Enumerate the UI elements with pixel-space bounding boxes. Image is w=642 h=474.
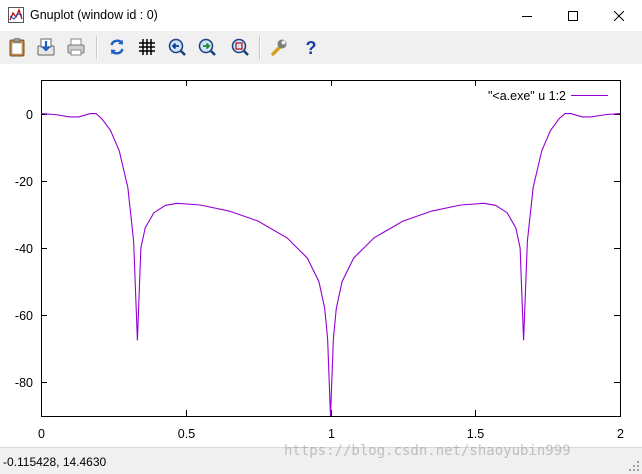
wrench-icon [271, 39, 287, 56]
printer-icon [67, 38, 85, 56]
resize-grip-icon[interactable] [628, 460, 640, 472]
svg-text:?: ? [306, 38, 317, 57]
legend: "<a.exe" u 1:2 [488, 89, 608, 103]
x-tick-label: 2 [617, 427, 624, 441]
y-tick-label: -40 [15, 242, 33, 256]
minimize-button[interactable] [504, 0, 550, 31]
maximize-button[interactable] [550, 0, 596, 31]
toggle-grid-button[interactable] [135, 35, 159, 59]
plot-canvas[interactable]: 0 0.5 1 1.5 2 0 -20 -40 -60 -80 "<a.exe" u 1:2 [0, 64, 642, 447]
y-tick-label: -80 [15, 376, 33, 390]
x-tick-label: 0.5 [178, 427, 195, 441]
maximize-icon [568, 10, 578, 21]
save-image-button[interactable] [34, 35, 58, 59]
legend-label: "<a.exe" u 1:2 [488, 89, 566, 103]
options-button[interactable] [267, 35, 291, 59]
print-button[interactable] [64, 35, 88, 59]
zoom-back-icon [168, 38, 186, 56]
title-bar: Gnuplot (window id : 0) [0, 0, 642, 31]
window-title: Gnuplot (window id : 0) [30, 8, 158, 22]
save-icon [37, 38, 55, 56]
refresh-icon [110, 39, 124, 55]
series-line [40, 113, 621, 417]
replot-button[interactable] [105, 35, 129, 59]
toolbar-separator [96, 36, 98, 59]
y-tick-label: 0 [26, 108, 33, 122]
copy-clipboard-button[interactable] [5, 35, 29, 59]
help-icon: ? [306, 38, 317, 57]
zoom-forward-icon [198, 38, 216, 56]
help-button[interactable]: ? [299, 35, 323, 59]
zoom-fit-icon [231, 38, 249, 56]
minimize-icon [522, 15, 532, 17]
clipboard-icon [9, 38, 25, 57]
y-tick-label: -20 [15, 175, 33, 189]
toolbar: ? [0, 31, 642, 64]
x-tick-label: 0 [38, 427, 45, 441]
x-tick-label: 1.5 [467, 427, 484, 441]
grid-icon [139, 39, 155, 55]
plot-border [41, 80, 621, 417]
toolbar-separator [259, 36, 261, 59]
gnuplot-app-icon [8, 7, 24, 23]
autoscale-button[interactable] [228, 35, 252, 59]
watermark-text: https://blog.csdn.net/shaoyubin999 [284, 443, 571, 459]
x-tick-label: 1 [328, 427, 335, 441]
mouse-coordinates: -0.115428, 14.4630 [3, 455, 107, 469]
next-zoom-button[interactable] [195, 35, 219, 59]
close-icon [614, 10, 624, 21]
previous-zoom-button[interactable] [165, 35, 189, 59]
close-button[interactable] [596, 0, 642, 31]
y-tick-label: -60 [15, 309, 33, 323]
